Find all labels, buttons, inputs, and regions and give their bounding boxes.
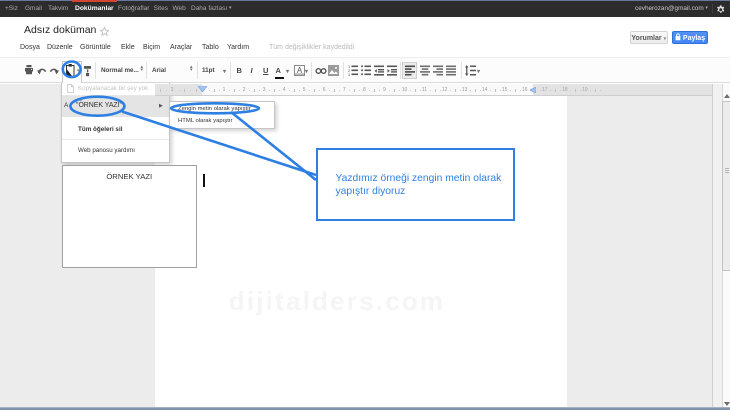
svg-text:3: 3 (348, 73, 350, 76)
